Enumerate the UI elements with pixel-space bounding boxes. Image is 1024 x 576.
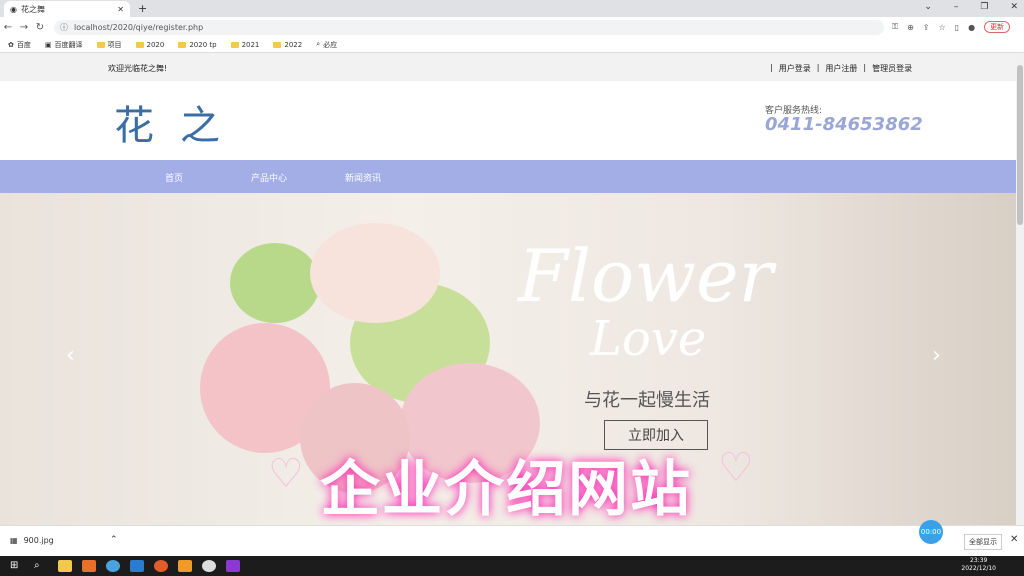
windows-taskbar: ⊞ ⌕ 23:39 2022/12/10 — [0, 556, 1024, 576]
info-icon: ⓘ — [60, 22, 68, 32]
bookmark-2022[interactable]: 2022 — [273, 41, 302, 49]
next-slide-icon[interactable]: › — [932, 343, 941, 368]
search-icon: ⌕ — [316, 40, 321, 48]
search-icon[interactable]: ⌕ — [34, 560, 48, 572]
separator: | — [816, 63, 820, 72]
account-links: | 用户登录 | 用户注册 | 管理员登录 — [770, 63, 912, 74]
window-controls: ⌄ – ❐ ✕ — [924, 2, 1018, 12]
phpstorm-icon[interactable] — [226, 560, 240, 572]
system-clock[interactable]: 23:39 2022/12/10 — [961, 557, 996, 573]
close-downloads-icon[interactable]: ✕ — [1010, 534, 1018, 545]
star-icon[interactable]: ☆ — [939, 23, 946, 32]
main-nav: 首页 产品中心 新闻资讯 — [0, 160, 1016, 193]
back-icon[interactable]: ← — [0, 22, 16, 33]
folder-icon — [273, 41, 282, 48]
site-top-bar: 欢迎光临花之舞! | 用户登录 | 用户注册 | 管理员登录 — [0, 53, 1016, 81]
minimize-icon[interactable]: – — [954, 2, 959, 12]
close-window-icon[interactable]: ✕ — [1010, 2, 1018, 12]
banner-slogan: 与花一起慢生活 — [584, 390, 710, 411]
separator: | — [770, 63, 773, 72]
chevron-down-icon[interactable]: ⌄ — [924, 2, 932, 12]
avatar[interactable]: ● — [968, 23, 975, 32]
folder-icon — [230, 41, 239, 48]
app-icon[interactable] — [154, 560, 168, 572]
app-icon[interactable] — [82, 560, 96, 572]
app-icon[interactable] — [130, 560, 144, 572]
translate-icon: ▣ — [44, 40, 52, 49]
page-scrollbar[interactable] — [1016, 53, 1024, 525]
separator: | — [863, 63, 867, 72]
address-bar[interactable]: ⓘ localhost/2020/qiye/register.php — [54, 19, 884, 35]
browser-tab[interactable]: ◉ 花之舞 ✕ — [4, 1, 130, 17]
download-item[interactable]: ▦ 900.jpg — [10, 536, 54, 545]
forward-icon[interactable]: → — [16, 22, 32, 33]
restore-icon[interactable]: ❐ — [980, 2, 988, 12]
bookmarks-bar: ✿ 百度 ▣ 百度翻译 项目 2020 2020 tp 2021 2022 ⌕ 必应 — [0, 37, 1024, 53]
chrome-icon[interactable] — [106, 560, 120, 572]
web-page: 欢迎光临花之舞! | 用户登录 | 用户注册 | 管理员登录 花之舞 客户服务热… — [0, 53, 1016, 525]
nav-home[interactable]: 首页 — [165, 171, 183, 184]
banner-flower-text: Flower — [518, 234, 773, 318]
folder-icon — [178, 41, 187, 48]
bookmark-project[interactable]: 项目 — [96, 40, 122, 50]
site-logo[interactable]: 花之舞 — [114, 93, 296, 207]
paw-icon: ✿ — [8, 40, 14, 49]
user-login-link[interactable]: 用户登录 — [779, 63, 811, 74]
bookmark-2020-tp[interactable]: 2020 tp — [178, 41, 217, 49]
bookmark-2020[interactable]: 2020 — [135, 41, 164, 49]
banner-love-text: Love — [590, 311, 707, 367]
key-icon[interactable]: ⚿ — [892, 22, 898, 32]
downloads-bar: ▦ 900.jpg ⌃ 全部显示 ✕ — [0, 525, 1024, 556]
folder-icon — [96, 41, 105, 48]
close-tab-icon[interactable]: ✕ — [117, 5, 124, 14]
file-explorer-icon[interactable] — [58, 560, 72, 572]
bookmark-bing[interactable]: ⌕ 必应 — [316, 40, 337, 50]
new-tab-button[interactable]: + — [138, 2, 147, 15]
user-register-link[interactable]: 用户注册 — [825, 63, 857, 74]
admin-login-link[interactable]: 管理员登录 — [872, 63, 912, 74]
browser-toolbar: ← → ↻ ⓘ localhost/2020/qiye/register.php… — [0, 17, 1024, 37]
nav-news[interactable]: 新闻资讯 — [345, 171, 381, 184]
prev-slide-icon[interactable]: ‹ — [66, 343, 75, 368]
welcome-text: 欢迎光临花之舞! — [108, 64, 168, 73]
scroll-thumb[interactable] — [1017, 65, 1023, 225]
clock-time: 23:39 — [970, 557, 988, 564]
heart-icon: ♡ — [268, 451, 304, 497]
download-filename: 900.jpg — [23, 536, 54, 545]
heart-icon: ♡ — [718, 445, 754, 491]
folder-icon — [135, 41, 144, 48]
image-file-icon: ▦ — [10, 536, 18, 545]
hotline-number: 0411-84653862 — [765, 114, 923, 135]
tab-title: 花之舞 — [20, 4, 45, 14]
nav-products[interactable]: 产品中心 — [251, 171, 287, 184]
banner-title: 企业介绍网站 — [320, 455, 692, 525]
show-all-button[interactable]: 全部显示 — [964, 534, 1002, 550]
update-button[interactable]: 更新 — [984, 21, 1011, 33]
bookmark-2021[interactable]: 2021 — [230, 41, 259, 49]
zoom-icon[interactable]: ⊕ — [907, 23, 914, 32]
bookmark-baidu[interactable]: ✿ 百度 — [8, 40, 31, 50]
url-text: localhost/2020/qiye/register.php — [74, 22, 204, 32]
clock-date: 2022/12/10 — [961, 565, 996, 572]
windows-start-icon[interactable]: ⊞ — [10, 560, 24, 572]
share-icon[interactable]: ⇪ — [923, 23, 930, 32]
chevron-up-icon[interactable]: ⌃ — [110, 535, 118, 545]
sidebar-icon[interactable]: ▯ — [955, 23, 959, 32]
hero-banner: Flower Love 与花一起慢生活 立即加入 ♡ 企业介绍网站 ♡ ‹ › — [0, 193, 1016, 525]
reload-icon[interactable]: ↻ — [32, 22, 48, 33]
browser-tab-strip: ◉ 花之舞 ✕ + ⌄ – ❐ ✕ — [0, 0, 1024, 17]
bookmark-baidu-translate[interactable]: ▣ 百度翻译 — [45, 40, 83, 50]
site-header: 花之舞 客户服务热线: 0411-84653862 — [0, 81, 1016, 207]
globe-icon: ◉ — [10, 4, 17, 14]
sublime-icon[interactable] — [178, 560, 192, 572]
app-icon[interactable] — [202, 560, 216, 572]
recording-timer[interactable]: 00:00 — [919, 520, 943, 544]
